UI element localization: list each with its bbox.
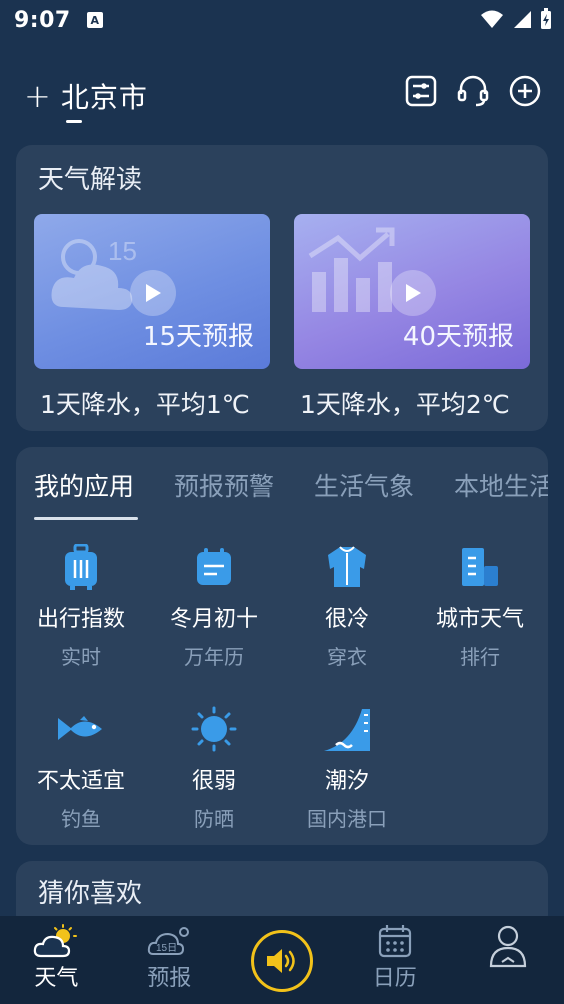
speaker-button[interactable] (250, 930, 313, 992)
nav-label: 天气 (34, 966, 79, 991)
app-subtitle: 穿衣 (327, 645, 367, 669)
tide-icon (324, 709, 370, 751)
tab-forecast-warning[interactable]: 预报预警 (174, 467, 274, 503)
luggage-icon (65, 544, 97, 590)
app-subtitle: 实时 (61, 645, 101, 669)
recommendations-title: 猜你喜欢 (38, 879, 143, 909)
plus-circle-icon (509, 75, 541, 107)
app-sunscreen[interactable]: 很弱 防晒 (149, 705, 279, 832)
tab-indicator (34, 517, 138, 520)
app-subtitle: 钓鱼 (61, 807, 101, 831)
signal-icon (514, 11, 531, 28)
nav-weather[interactable]: 天气 (0, 916, 113, 1004)
wifi-icon (481, 10, 503, 28)
forecast-icon-text: 15日 (156, 943, 177, 954)
nav-profile[interactable] (451, 916, 564, 1004)
app-title: 城市天气 (435, 607, 524, 632)
app-title: 不太适宜 (36, 769, 125, 794)
app-title: 潮汐 (324, 769, 369, 794)
add-city-plus[interactable]: + (24, 80, 51, 112)
video-label: 15天预报 (142, 322, 254, 352)
battery-icon (541, 8, 551, 29)
building-icon (462, 548, 498, 586)
sliders-icon (405, 75, 437, 107)
app-travel-index[interactable]: 出行指数 实时 (16, 543, 146, 670)
app-title: 出行指数 (36, 607, 125, 632)
apps-tabs: 我的应用 预报预警 生活气象 本地生活 (34, 467, 548, 503)
weather-interpretation-card: 天气解读 15 15天预报 40天预报 1天降水，平均1℃ 1天降水，平均2℃ (16, 145, 548, 431)
bottom-nav: 天气 15日 预报 日历 (0, 916, 564, 1004)
video-caption: 1天降水，平均2℃ (300, 390, 510, 419)
profile-icon (489, 925, 526, 968)
play-icon (406, 284, 421, 302)
status-bar: 9:07 A (0, 0, 564, 40)
app-subtitle: 万年历 (184, 645, 244, 669)
top-actions (404, 74, 542, 108)
status-time: 9:07 (14, 7, 71, 33)
tab-my-apps[interactable]: 我的应用 (34, 467, 134, 503)
tab-life-weather[interactable]: 生活气象 (314, 467, 414, 503)
calendar-icon (378, 925, 411, 958)
city-name[interactable]: 北京市 (61, 76, 148, 116)
customer-service-button[interactable] (456, 74, 490, 108)
decor-15-text: 15 (108, 236, 137, 266)
nav-label: 日历 (372, 966, 417, 991)
tab-local-life[interactable]: 本地生活 (454, 467, 548, 503)
sun-icon (191, 706, 237, 752)
apps-card: 我的应用 预报预警 生活气象 本地生活 出行指数 实时 冬月初十 万年历 很冷 … (16, 447, 548, 845)
fish-icon (58, 716, 102, 740)
app-title: 很弱 (191, 769, 236, 794)
app-subtitle: 国内港口 (307, 807, 387, 831)
forecast-40day-video[interactable]: 40天预报 (294, 214, 530, 369)
calendar-icon (197, 548, 231, 585)
app-title: 很冷 (324, 607, 369, 632)
app-subtitle: 防晒 (194, 807, 234, 831)
app-city-ranking[interactable]: 城市天气 排行 (415, 543, 545, 670)
forecast-15day-icon: 15日 (148, 927, 190, 955)
status-icons (480, 8, 552, 30)
interpretation-title: 天气解读 (38, 165, 143, 195)
nav-forecast[interactable]: 15日 预报 (113, 916, 226, 1004)
app-tide[interactable]: 潮汐 国内港口 (282, 705, 412, 832)
play-button[interactable] (130, 270, 176, 316)
speaker-icon (266, 949, 295, 973)
settings-sliders-button[interactable] (404, 74, 438, 108)
app-dressing[interactable]: 很冷 穿衣 (282, 543, 412, 670)
forecast-15day-video[interactable]: 15 15天预报 (34, 214, 270, 369)
notification-a-icon: A (86, 12, 103, 28)
app-almanac[interactable]: 冬月初十 万年历 (149, 543, 279, 670)
video-label: 40天预报 (402, 322, 514, 352)
app-title: 冬月初十 (169, 607, 258, 632)
weather-icon (34, 924, 78, 958)
jacket-icon (328, 546, 366, 587)
nav-speaker[interactable] (226, 916, 339, 1004)
play-button[interactable] (390, 270, 436, 316)
video-caption: 1天降水，平均1℃ (40, 390, 250, 419)
play-icon (146, 284, 161, 302)
app-subtitle: 排行 (460, 645, 500, 669)
add-button[interactable] (508, 74, 542, 108)
app-fishing[interactable]: 不太适宜 钓鱼 (16, 705, 146, 832)
nav-label: 预报 (147, 966, 192, 991)
city-page-indicator (66, 120, 82, 123)
nav-calendar[interactable]: 日历 (338, 916, 451, 1004)
headset-icon (457, 75, 489, 107)
